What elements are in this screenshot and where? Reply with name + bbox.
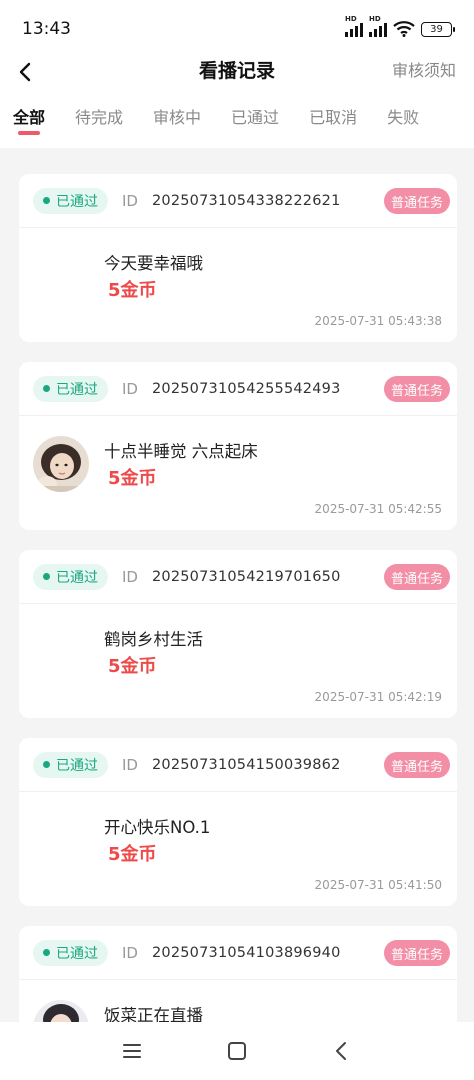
record-card[interactable]: 已通过 ID 20250731054150039862 普通任务 开心快乐NO.… [19, 738, 457, 906]
record-card[interactable]: 已通过 ID 20250731054338222621 普通任务 今天要幸福哦 … [19, 174, 457, 342]
back-nav-icon[interactable] [330, 1039, 354, 1063]
task-type-tag: 普通任务 [383, 940, 450, 966]
record-id: 20250731054219701650 [151, 568, 341, 585]
id-label: ID [122, 943, 138, 962]
status-icons: HD HD 39 [345, 15, 455, 37]
status-time: 13:43 [22, 19, 71, 39]
system-nav-bar [0, 1022, 474, 1080]
wifi-icon [393, 21, 415, 37]
record-time: 2025-07-31 05:41:50 [314, 878, 442, 892]
header-bar: 看播记录 审核须知 [0, 58, 474, 88]
id-label: ID [122, 567, 138, 586]
status-text: 已通过 [56, 193, 98, 210]
filter-tabs: 全部 待完成 审核中 已通过 已取消 失败 [0, 88, 474, 148]
room-name: 开心快乐NO.1 [104, 818, 211, 837]
tab-approved[interactable]: 已通过 [231, 89, 279, 147]
reward-amount: 5金币 [108, 656, 157, 677]
record-list: 已通过 ID 20250731054338222621 普通任务 今天要幸福哦 … [19, 174, 457, 1080]
signal-icon: HD [369, 15, 387, 37]
status-dot-icon [43, 949, 50, 956]
record-id: 20250731054255542493 [151, 380, 341, 397]
record-header: 已通过 ID 20250731054219701650 普通任务 [19, 550, 457, 604]
tab-pending[interactable]: 待完成 [75, 89, 123, 147]
task-type-tag: 普通任务 [383, 752, 450, 778]
tab-all[interactable]: 全部 [13, 89, 45, 147]
record-body: 今天要幸福哦 5金币 2025-07-31 05:43:38 [19, 228, 457, 342]
status-text: 已通过 [56, 569, 98, 586]
record-header: 已通过 ID 20250731054150039862 普通任务 [19, 738, 457, 792]
room-name: 十点半睡觉 六点起床 [104, 442, 258, 461]
record-body: 开心快乐NO.1 5金币 2025-07-31 05:41:50 [19, 792, 457, 906]
tab-reviewing[interactable]: 审核中 [153, 89, 201, 147]
status-text: 已通过 [56, 945, 98, 962]
record-body: 鹤岗乡村生活 5金币 2025-07-31 05:42:19 [19, 604, 457, 718]
reward-amount: 5金币 [108, 468, 157, 489]
record-body: 十点半睡觉 六点起床 5金币 2025-07-31 05:42:55 [19, 416, 457, 530]
status-bar: 13:43 HD HD 39 [0, 0, 474, 58]
record-card[interactable]: 已通过 ID 20250731054255542493 普通任务 十点半睡觉 六… [19, 362, 457, 530]
signal-icon: HD [345, 15, 363, 37]
status-dot-icon [43, 761, 50, 768]
avatar [33, 436, 89, 492]
status-badge: 已通过 [33, 751, 108, 778]
id-label: ID [122, 191, 138, 210]
tab-cancelled[interactable]: 已取消 [309, 89, 357, 147]
battery-icon: 39 [421, 21, 455, 37]
tab-failed[interactable]: 失败 [387, 89, 419, 147]
status-badge: 已通过 [33, 187, 108, 214]
status-dot-icon [43, 385, 50, 392]
record-id: 20250731054338222621 [151, 192, 341, 209]
review-rules-link[interactable]: 审核须知 [392, 58, 456, 84]
record-time: 2025-07-31 05:42:19 [314, 690, 442, 704]
home-icon[interactable] [225, 1039, 249, 1063]
record-header: 已通过 ID 20250731054103896940 普通任务 [19, 926, 457, 980]
status-badge: 已通过 [33, 563, 108, 590]
record-id: 20250731054103896940 [151, 944, 341, 961]
menu-icon[interactable] [120, 1039, 144, 1063]
task-type-tag: 普通任务 [383, 564, 450, 590]
record-header: 已通过 ID 20250731054255542493 普通任务 [19, 362, 457, 416]
reward-amount: 5金币 [108, 844, 157, 865]
record-card[interactable]: 已通过 ID 20250731054219701650 普通任务 鹤岗乡村生活 … [19, 550, 457, 718]
record-id: 20250731054150039862 [151, 756, 341, 773]
hd-label: HD [345, 15, 357, 23]
id-label: ID [122, 755, 138, 774]
status-dot-icon [43, 573, 50, 580]
status-badge: 已通过 [33, 939, 108, 966]
record-header: 已通过 ID 20250731054338222621 普通任务 [19, 174, 457, 228]
record-time: 2025-07-31 05:42:55 [314, 502, 442, 516]
status-text: 已通过 [56, 757, 98, 774]
status-text: 已通过 [56, 381, 98, 398]
id-label: ID [122, 379, 138, 398]
hd-label: HD [369, 15, 381, 23]
room-name: 鹤岗乡村生活 [104, 630, 203, 649]
status-dot-icon [43, 197, 50, 204]
record-time: 2025-07-31 05:43:38 [314, 314, 442, 328]
task-type-tag: 普通任务 [383, 188, 450, 214]
task-type-tag: 普通任务 [383, 376, 450, 402]
room-name: 今天要幸福哦 [104, 254, 203, 273]
status-badge: 已通过 [33, 375, 108, 402]
reward-amount: 5金币 [108, 280, 157, 301]
